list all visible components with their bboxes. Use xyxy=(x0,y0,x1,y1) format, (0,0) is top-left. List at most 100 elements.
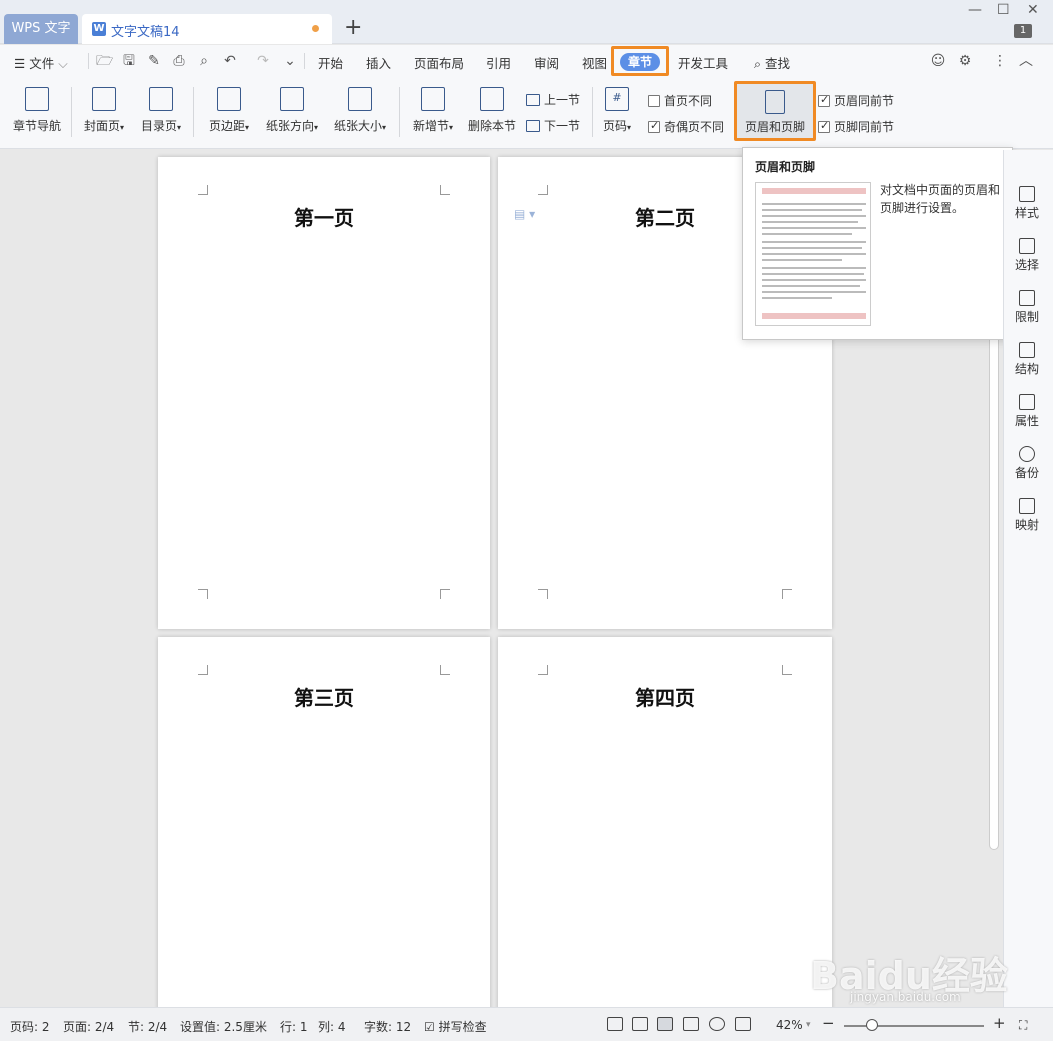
sidebar-item-style[interactable]: 样式 xyxy=(1004,186,1050,221)
delete-section-button[interactable]: 删除本节 xyxy=(466,87,518,134)
toc-page-icon xyxy=(149,87,173,111)
collapse-ribbon-icon[interactable]: ︿ xyxy=(1018,53,1034,69)
outline-view-icon[interactable] xyxy=(683,1017,699,1031)
tab-view[interactable]: 视图 xyxy=(582,53,607,72)
zoom-level[interactable]: 42% xyxy=(776,1018,803,1032)
fit-window-icon[interactable]: ⛶ xyxy=(1019,1018,1027,1033)
chapter-nav-icon xyxy=(25,87,49,111)
fullscreen-icon[interactable] xyxy=(607,1017,623,1031)
chapter-nav-button[interactable]: 章节导航 xyxy=(10,87,64,134)
tab-start[interactable]: 开始 xyxy=(318,53,343,72)
reading-view-icon[interactable] xyxy=(632,1017,648,1031)
eye-protection-icon[interactable] xyxy=(735,1017,751,1031)
next-section-button[interactable]: 下一节 xyxy=(526,117,580,134)
margin-corner xyxy=(538,185,548,195)
sidebar-item-select[interactable]: 选择 xyxy=(1004,238,1050,273)
save-icon[interactable]: 🖫 xyxy=(121,53,137,69)
page-title: 第四页 xyxy=(635,686,695,710)
delete-section-icon xyxy=(480,87,504,111)
minimize-icon[interactable]: — xyxy=(968,2,982,18)
toc-page-button[interactable]: 目录页▾ xyxy=(137,87,185,134)
format-painter-icon[interactable]: ✎ xyxy=(146,53,162,69)
tab-chapter[interactable]: 章节 xyxy=(620,53,660,71)
first-page-different-checkbox[interactable]: 首页不同 xyxy=(648,92,712,109)
header-footer-button[interactable]: 页眉和页脚 xyxy=(734,81,816,141)
zoom-in-icon[interactable]: + xyxy=(993,1014,1006,1032)
status-section[interactable]: 节: 2/4 xyxy=(128,1018,167,1035)
more-icon[interactable]: ⋮ xyxy=(992,53,1008,69)
zoom-slider-handle[interactable] xyxy=(866,1019,878,1031)
margin-corner xyxy=(440,589,450,599)
divider xyxy=(399,87,400,137)
header-footer-icon xyxy=(765,90,785,114)
tooltip-preview-image xyxy=(755,182,871,326)
header-same-as-previous-checkbox[interactable]: 页眉同前节 xyxy=(818,92,894,109)
page-title: 第三页 xyxy=(294,686,354,710)
prev-section-button[interactable]: 上一节 xyxy=(526,91,580,108)
odd-even-different-checkbox[interactable]: 奇偶页不同 xyxy=(648,118,724,135)
sidebar-item-backup[interactable]: 备份 xyxy=(1004,446,1050,481)
unsaved-dot-icon xyxy=(312,25,319,32)
title-bar: WPS 文字 W 文字文稿14 + — ☐ ✕ 1 xyxy=(0,0,1053,44)
undo-icon[interactable]: ↶ xyxy=(222,53,238,69)
page-number-button[interactable]: # 页码▾ xyxy=(598,87,636,134)
page-3[interactable]: 第三页 xyxy=(158,637,490,1007)
margin-corner xyxy=(198,589,208,599)
redo-icon[interactable]: ↷ xyxy=(255,53,271,69)
print-preview-icon[interactable]: ⌕ xyxy=(196,53,212,69)
page-1[interactable]: 第一页 xyxy=(158,157,490,629)
chevron-down-icon: ⌵ xyxy=(58,56,68,71)
sidebar-item-structure[interactable]: 结构 xyxy=(1004,342,1050,377)
tooltip-title: 页眉和页脚 xyxy=(755,160,816,174)
search-button[interactable]: ⌕ 查找 xyxy=(754,53,790,72)
tab-chapter-highlight[interactable]: 章节 xyxy=(611,46,669,76)
customize-toolbar-icon[interactable]: ⌄ xyxy=(282,53,298,69)
divider xyxy=(304,53,305,69)
gear-icon[interactable]: ⚙ xyxy=(957,53,973,69)
new-section-button[interactable]: 新增节▾ xyxy=(408,87,458,134)
web-view-icon[interactable] xyxy=(709,1017,725,1031)
sidebar-item-properties[interactable]: 属性 xyxy=(1004,394,1050,429)
page-view-icon[interactable] xyxy=(657,1017,673,1031)
footer-same-as-previous-checkbox[interactable]: 页脚同前节 xyxy=(818,118,894,135)
new-tab-button[interactable]: + xyxy=(344,14,362,42)
print-icon[interactable]: ⎙ xyxy=(171,53,187,69)
margin-button[interactable]: 页边距▾ xyxy=(204,87,254,134)
file-menu[interactable]: ☰ 文件 ⌵ xyxy=(14,53,68,72)
margin-corner xyxy=(440,665,450,675)
open-folder-icon[interactable]: 🗁 xyxy=(96,53,113,69)
tab-references[interactable]: 引用 xyxy=(486,53,511,72)
tab-wps-home[interactable]: WPS 文字 xyxy=(4,14,78,44)
spell-check-button[interactable]: ☑ 拼写检查 xyxy=(424,1018,487,1035)
maximize-icon[interactable]: ☐ xyxy=(997,2,1010,18)
sidebar-item-restrict[interactable]: 限制 xyxy=(1004,290,1050,325)
status-page-number[interactable]: 页码: 2 xyxy=(10,1018,50,1035)
tab-page-layout[interactable]: 页面布局 xyxy=(414,53,464,72)
sidebar-item-mapping[interactable]: 映射 xyxy=(1004,498,1050,533)
status-setting-value[interactable]: 设置值: 2.5厘米 xyxy=(180,1018,267,1035)
tab-review[interactable]: 审阅 xyxy=(534,53,559,72)
status-word-count[interactable]: 字数: 12 xyxy=(364,1018,411,1035)
margin-corner xyxy=(782,589,792,599)
close-icon[interactable]: ✕ xyxy=(1027,2,1039,18)
window-count-badge[interactable]: 1 xyxy=(1014,24,1032,38)
cover-page-button[interactable]: 封面页▾ xyxy=(80,87,128,134)
status-row[interactable]: 行: 1 xyxy=(280,1018,308,1035)
page-4[interactable]: 第四页 xyxy=(498,637,832,1007)
tab-insert[interactable]: 插入 xyxy=(366,53,391,72)
paper-size-button[interactable]: 纸张大小▾ xyxy=(330,87,390,134)
zoom-slider-track[interactable] xyxy=(844,1025,984,1027)
orientation-button[interactable]: 纸张方向▾ xyxy=(262,87,322,134)
margin-corner xyxy=(782,665,792,675)
status-column[interactable]: 列: 4 xyxy=(318,1018,346,1035)
tab-document[interactable]: W 文字文稿14 xyxy=(82,14,332,44)
zoom-out-icon[interactable]: − xyxy=(822,1014,835,1032)
chat-icon[interactable]: ☺ xyxy=(930,53,946,69)
status-bar: 页码: 2 页面: 2/4 节: 2/4 设置值: 2.5厘米 行: 1 列: … xyxy=(0,1007,1053,1041)
cover-page-icon xyxy=(92,87,116,111)
zoom-dropdown-icon[interactable]: ▾ xyxy=(806,1020,811,1030)
status-pages[interactable]: 页面: 2/4 xyxy=(63,1018,114,1035)
tab-developer[interactable]: 开发工具 xyxy=(678,53,728,72)
cursor-icon xyxy=(1019,238,1035,254)
tooltip-description: 对文档中页面的页眉和页脚进行设置。 xyxy=(880,183,1001,215)
